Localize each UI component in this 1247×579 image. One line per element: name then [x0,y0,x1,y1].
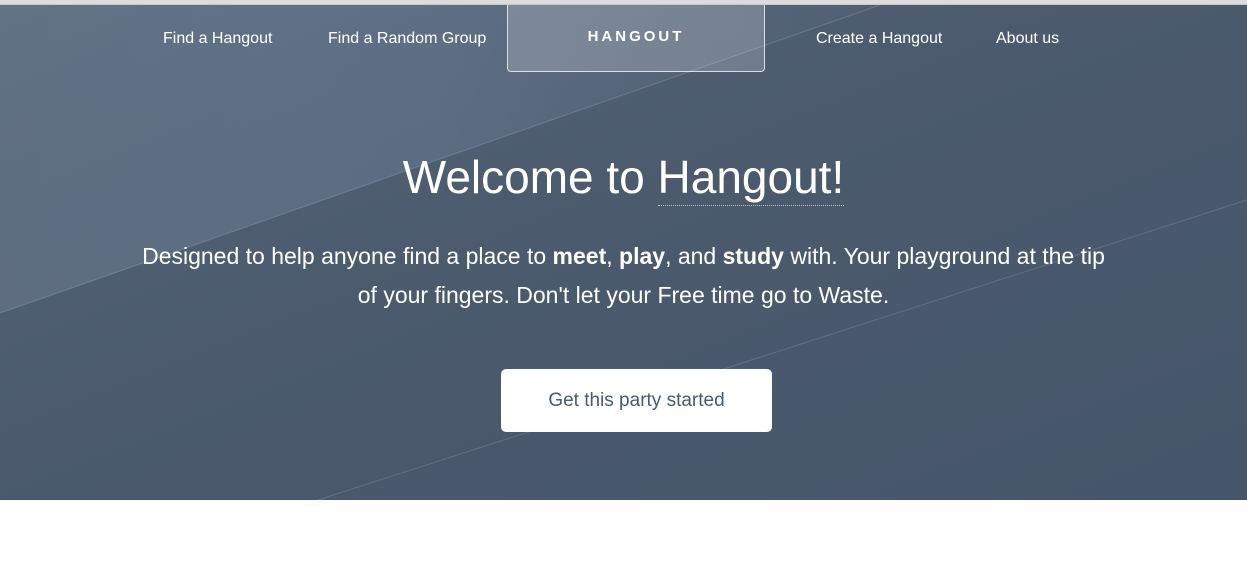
page-title: Welcome to Hangout! [0,147,1247,207]
page-title-brand: Hangout! [657,151,845,206]
nav-brand-logo[interactable]: HANGOUT [507,5,765,72]
tagline-emphasis-meet: meet [552,243,607,269]
nav-find-random-group-link[interactable]: Find a Random Group [328,29,486,49]
hero-tagline: Designed to help anyone find a place to … [140,237,1107,315]
tagline-emphasis-study: study [722,243,784,269]
nav-find-hangout-link[interactable]: Find a Hangout [163,29,272,49]
tagline-text-3: , and [665,243,723,269]
page-title-prefix: Welcome to [402,151,645,203]
nav-create-hangout-link[interactable]: Create a Hangout [816,29,942,49]
hero-section: Find a Hangout Find a Random Group HANGO… [0,5,1247,500]
nav-about-us-link[interactable]: About us [996,29,1059,49]
tagline-emphasis-play: play [619,243,666,269]
get-started-button[interactable]: Get this party started [501,369,772,432]
tagline-text-2: , [606,243,620,269]
tagline-text-1: Designed to help anyone find a place to [142,243,553,269]
nav-brand-label: HANGOUT [587,28,685,45]
page-content-area [0,500,1247,579]
top-navigation: Find a Hangout Find a Random Group HANGO… [0,5,1247,75]
